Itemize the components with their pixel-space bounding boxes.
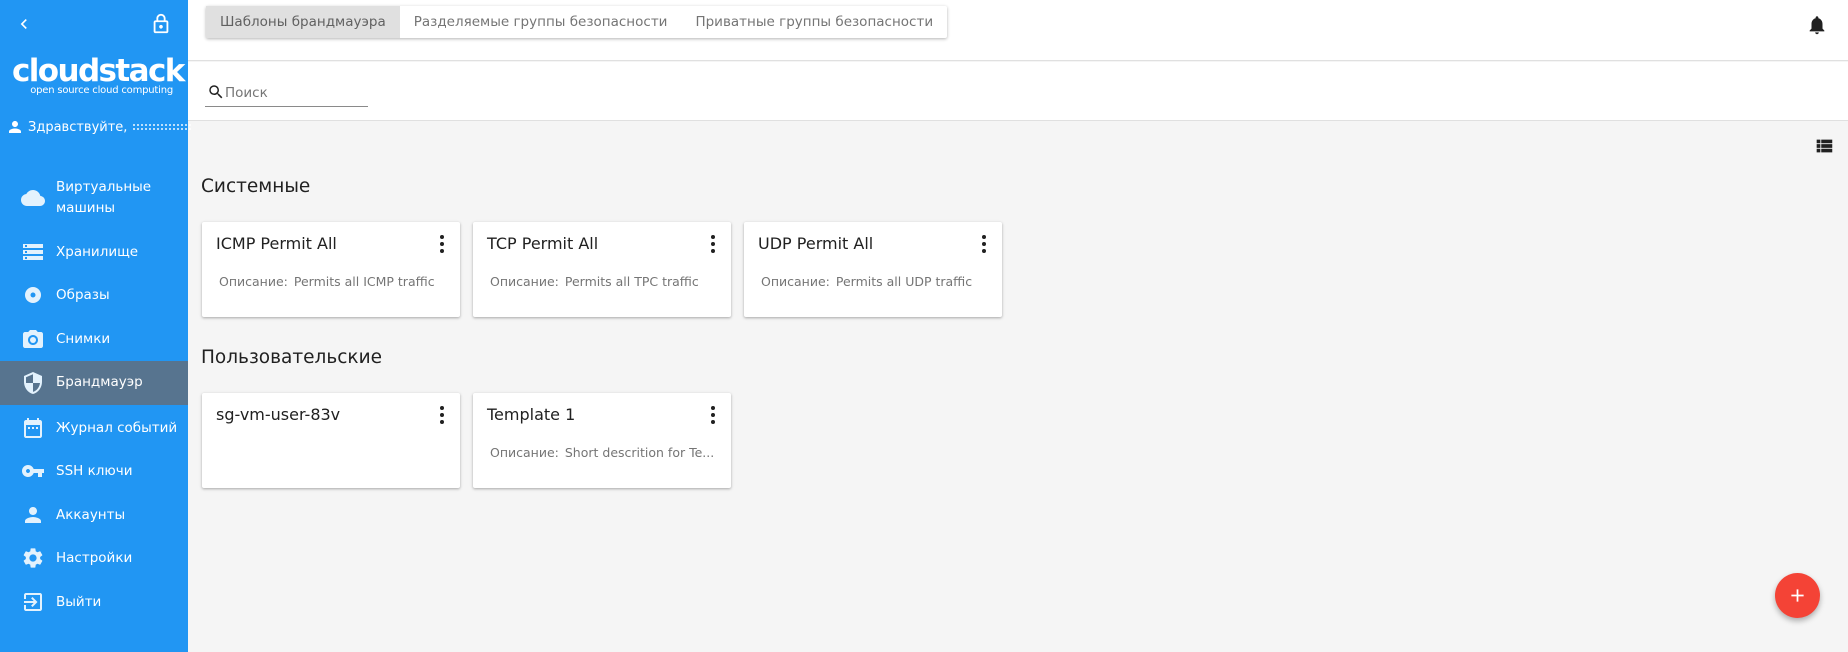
sidebar-item-ssh-keys[interactable]: SSH ключи	[0, 459, 188, 483]
description-label: Описание:	[761, 274, 830, 289]
card-title: sg-vm-user-83v	[216, 405, 341, 424]
person-icon	[25, 507, 41, 523]
card-description: Описание: Permits all TPC traffic	[490, 274, 718, 289]
card-title: TCP Permit All	[487, 234, 599, 253]
exit-icon	[24, 593, 42, 611]
sidebar-item-snapshots[interactable]: Снимки	[0, 327, 188, 351]
sidebar-item-label: Аккаунты	[56, 507, 126, 523]
disc-icon	[25, 287, 41, 303]
cloudstack-logo: cloudstack open source cloud computing	[12, 53, 185, 97]
tab-group: Шаблоны брандмауэра Разделяемые группы б…	[206, 6, 948, 38]
more-vert-icon[interactable]	[436, 234, 448, 254]
card-description: Описание: Permits all UDP traffic	[761, 274, 989, 289]
more-vert-icon[interactable]	[707, 405, 719, 425]
gear-icon	[23, 548, 43, 568]
description-text: Permits all ICMP traffic	[293, 274, 435, 289]
calendar-icon	[24, 418, 42, 438]
cloud-icon	[21, 190, 45, 206]
sidebar-item-label: Брандмауэр	[56, 374, 143, 390]
more-vert-icon[interactable]	[978, 234, 990, 254]
card-title: UDP Permit All	[758, 234, 874, 253]
list-view-icon[interactable]	[1813, 135, 1835, 157]
sidebar-item-label: Выйти	[56, 594, 102, 610]
logo-tagline: open source cloud computing	[30, 85, 173, 96]
sidebar-item-label: Настройки	[56, 550, 133, 566]
key-icon	[22, 465, 44, 477]
description-text: Permits all TPC traffic	[564, 274, 699, 289]
tab-shared-security-groups[interactable]: Разделяемые группы безопасности	[400, 6, 682, 38]
description-label: Описание:	[490, 274, 559, 289]
logo-wordmark: cloudstack	[12, 53, 185, 89]
lock-icon[interactable]	[150, 13, 172, 35]
sidebar-item-storage[interactable]: Хранилище	[0, 240, 188, 264]
username-redacted	[133, 124, 192, 130]
card-title: ICMP Permit All	[216, 234, 337, 253]
sidebar-item-firewall[interactable]: Брандмауэр	[0, 361, 188, 405]
more-vert-icon[interactable]	[707, 234, 719, 254]
description-label: Описание:	[490, 445, 559, 460]
card-title: Template 1	[487, 405, 576, 424]
sidebar-item-events[interactable]: Журнал событий	[0, 416, 188, 440]
description-text: Short descrition for Te...	[564, 445, 715, 460]
search-bar	[188, 62, 1848, 121]
search-field	[205, 80, 368, 107]
description-label: Описание:	[219, 274, 288, 289]
template-card[interactable]: sg-vm-user-83v	[202, 393, 460, 488]
sidebar-item-vms[interactable]: Виртуальные машины	[0, 176, 188, 220]
sidebar-item-images[interactable]: Образы	[0, 283, 188, 307]
camera-icon	[23, 330, 43, 348]
sidebar-item-label: Снимки	[56, 331, 111, 347]
user-icon	[9, 121, 21, 133]
sidebar-item-label: Виртуальные машины	[56, 179, 152, 216]
add-template-button[interactable]	[1775, 573, 1820, 618]
section-title-system: Системные	[201, 176, 311, 197]
sidebar-item-settings[interactable]: Настройки	[0, 546, 188, 570]
template-card[interactable]: Template 1 Описание: Short descrition for…	[473, 393, 731, 488]
card-description: Описание: Permits all ICMP traffic	[219, 274, 447, 289]
chevron-left-icon[interactable]	[14, 14, 34, 34]
sidebar-item-label: Журнал событий	[56, 420, 178, 436]
search-input[interactable]	[225, 83, 365, 103]
shield-icon	[24, 372, 42, 394]
description-text: Permits all UDP traffic	[835, 274, 973, 289]
more-vert-icon[interactable]	[436, 405, 448, 425]
tab-private-security-groups[interactable]: Приватные группы безопасности	[681, 6, 947, 38]
storage-icon	[23, 244, 43, 260]
tab-firewall-templates[interactable]: Шаблоны брандмауэра	[206, 6, 400, 38]
sidebar-item-logout[interactable]: Выйти	[0, 590, 188, 614]
search-icon	[209, 85, 223, 99]
top-bar: Шаблоны брандмауэра Разделяемые группы б…	[188, 0, 1848, 61]
card-description: Описание: Short descrition for Te...	[490, 445, 718, 460]
bell-icon[interactable]	[1806, 14, 1828, 36]
plus-icon	[1791, 589, 1804, 602]
section-title-custom: Пользовательские	[201, 347, 382, 368]
sidebar-item-accounts[interactable]: Аккаунты	[0, 503, 188, 527]
sidebar-item-label: Образы	[56, 287, 110, 303]
sidebar-header	[0, 0, 188, 50]
template-card[interactable]: UDP Permit All Описание: Permits all UDP …	[744, 222, 1002, 317]
sidebar-item-label: Хранилище	[56, 244, 139, 260]
sidebar-item-label: SSH ключи	[56, 463, 133, 479]
sidebar: cloudstack open source cloud computing З…	[0, 0, 192, 652]
greeting-text: Здравствуйте,	[28, 119, 128, 135]
template-card[interactable]: ICMP Permit All Описание: Permits all ICM…	[202, 222, 460, 317]
user-greeting: Здравствуйте,	[6, 117, 192, 137]
template-card[interactable]: TCP Permit All Описание: Permits all TPC …	[473, 222, 731, 317]
